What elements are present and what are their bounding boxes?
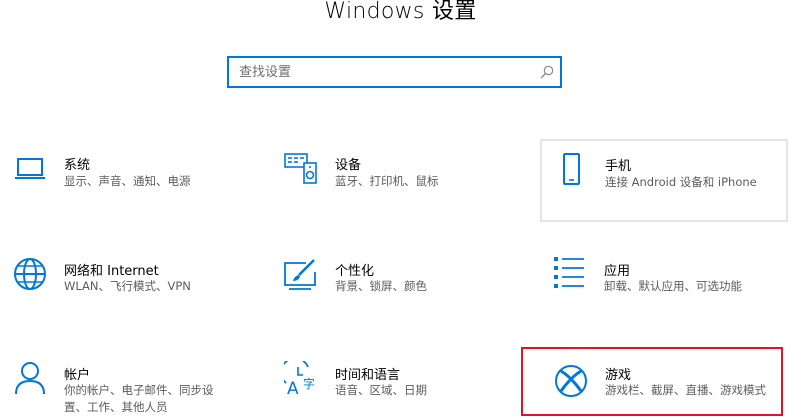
tile-title: 个性化: [335, 264, 375, 279]
tile-description: WLAN、飞行模式、VPN: [64, 279, 191, 293]
tile-title: 时间和语言: [335, 368, 401, 383]
tile-apps[interactable]: 应用 卸载、默认应用、可选功能: [540, 246, 788, 326]
search-icon[interactable]: [540, 65, 554, 79]
search-box[interactable]: [227, 56, 562, 88]
apps-list-icon: [554, 257, 584, 288]
svg-text:字: 字: [303, 376, 315, 391]
page-title: Windows 设置: [324, 0, 477, 24]
phone-icon: [563, 153, 580, 185]
tile-accounts[interactable]: 帐户 你的帐户、电子邮件、同步设 置、工作、其他人员: [8, 352, 253, 419]
svg-text:A: A: [287, 379, 299, 395]
tile-description: 语音、区域、日期: [335, 383, 427, 397]
laptop-icon: [15, 158, 45, 179]
tile-description: 显示、声音、通知、电源: [64, 174, 191, 188]
tile-description: 背景、锁屏、颜色: [335, 279, 427, 293]
tile-title: 帐户: [64, 368, 91, 383]
tile-title: 系统: [64, 158, 91, 173]
paint-brush-icon: [284, 259, 316, 290]
tile-description: 卸载、默认应用、可选功能: [604, 279, 742, 293]
tile-description: 游戏栏、截屏、直播、游戏模式: [605, 383, 766, 397]
tile-system[interactable]: 系统 显示、声音、通知、电源: [8, 140, 253, 220]
tile-description: 你的帐户、电子邮件、同步设: [64, 383, 214, 397]
globe-icon: [14, 258, 46, 290]
keyboard-speaker-icon: [284, 153, 317, 184]
tile-title: 设备: [335, 158, 362, 173]
tile-title: 手机: [605, 159, 632, 174]
tile-title: 应用: [604, 264, 631, 279]
tile-time-language[interactable]: A 字 时间和语言 语音、区域、日期: [278, 352, 523, 419]
tile-description: 置、工作、其他人员: [64, 400, 168, 414]
tile-personalization[interactable]: 个性化 背景、锁屏、颜色: [278, 246, 523, 326]
xbox-icon: [555, 365, 587, 397]
tile-title: 网络和 Internet: [64, 264, 159, 279]
tile-gaming[interactable]: 游戏 游戏栏、截屏、直播、游戏模式: [521, 347, 783, 416]
tile-description: 蓝牙、打印机、鼠标: [335, 174, 439, 188]
tile-phone[interactable]: 手机 连接 Android 设备和 iPhone: [540, 139, 788, 222]
tile-title: 游戏: [605, 368, 632, 383]
time-language-icon: A 字: [284, 361, 315, 395]
search-input[interactable]: [229, 58, 539, 86]
tile-description: 连接 Android 设备和 iPhone: [605, 175, 757, 189]
tile-devices[interactable]: 设备 蓝牙、打印机、鼠标: [278, 140, 523, 220]
person-icon: [15, 362, 45, 395]
tile-network[interactable]: 网络和 Internet WLAN、飞行模式、VPN: [8, 246, 253, 326]
